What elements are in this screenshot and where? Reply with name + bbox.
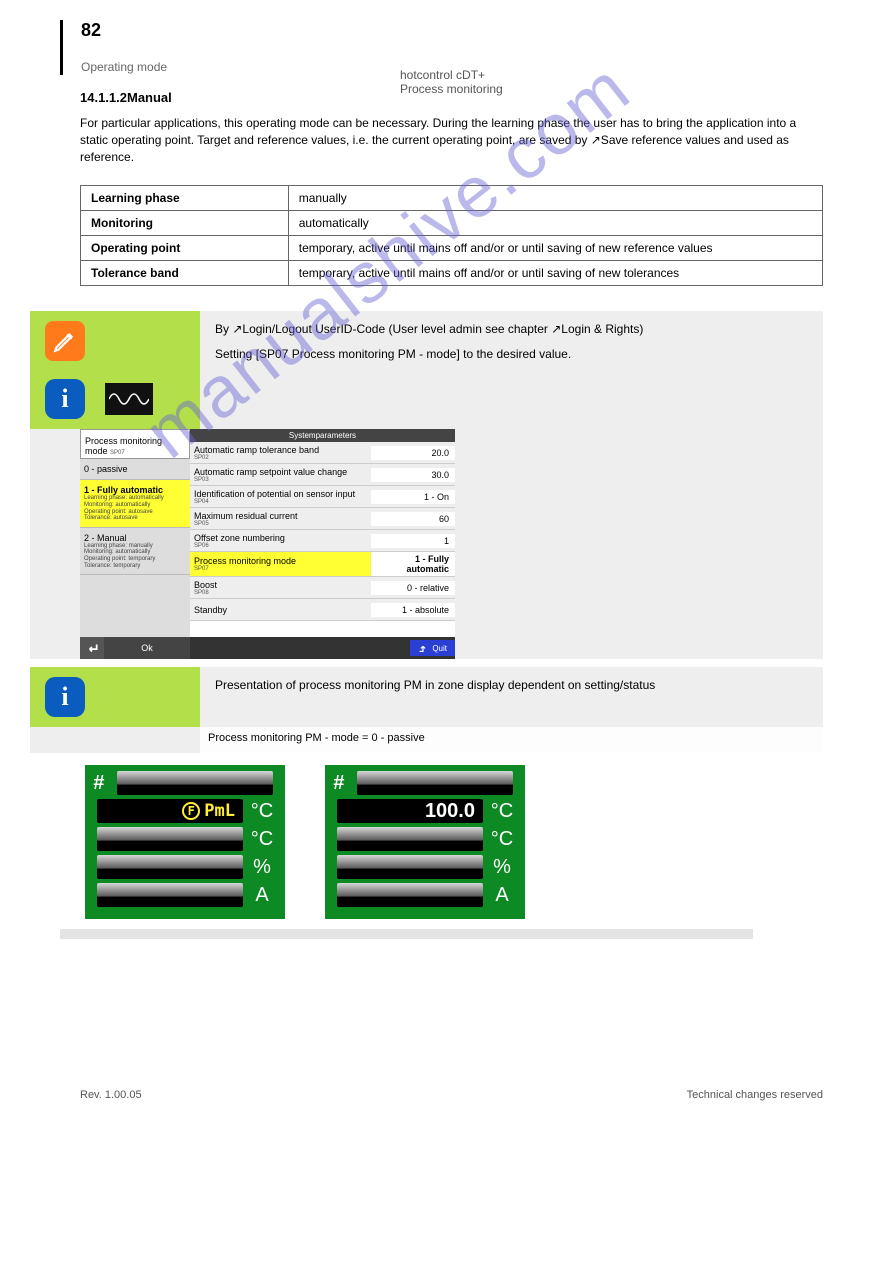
unit-celsius: °C (487, 828, 517, 851)
pml-label: PmL (204, 801, 235, 821)
hash-label: # (333, 772, 353, 795)
zone-field (337, 827, 483, 851)
fault-badge: F (182, 802, 200, 820)
system-parameters-screenshot: Process monitoring mode SP07 0 - passive… (80, 429, 455, 659)
cell-val: automatically (288, 211, 822, 236)
table-row: Operating pointtemporary, active until m… (81, 236, 823, 261)
page-footer: Rev. 1.00.05 Technical changes reserved (0, 1059, 893, 1131)
properties-table: Learning phasemanually Monitoringautomat… (80, 185, 823, 286)
page-title-bar: hotcontrol cDT+ Process monitoring (400, 68, 503, 96)
param-row[interactable]: BoostSP080 - relative (190, 577, 455, 599)
zone-id-field (357, 771, 513, 795)
param-row[interactable]: Automatic ramp tolerance bandSP0220.0 (190, 442, 455, 464)
param-row[interactable]: Maximum residual currentSP0560 (190, 508, 455, 530)
cell-val: temporary, active until mains off and/or… (288, 236, 822, 261)
option-passive[interactable]: 0 - passive (80, 459, 190, 480)
ok-button[interactable]: Ok (80, 637, 190, 659)
unit-ampere: A (487, 884, 517, 907)
zone-value-field: F PmL (97, 799, 243, 823)
enter-icon (80, 637, 104, 659)
instruction-icons (30, 311, 200, 429)
unit-celsius: °C (247, 828, 277, 851)
unit-ampere: A (247, 884, 277, 907)
page-context: Operating mode (81, 60, 167, 74)
option-manual[interactable]: 2 - Manual Learning phase: manually Moni… (80, 528, 190, 575)
zone-value-field: 100.0 (337, 799, 483, 823)
page-number: 82 (81, 20, 101, 41)
unit-celsius: °C (487, 800, 517, 823)
page-header: 82 Operating mode (60, 20, 893, 75)
param-row-selected[interactable]: Process monitoring modeSP071 - Fully aut… (190, 552, 455, 577)
param-row[interactable]: Automatic ramp setpoint value changeSP03… (190, 464, 455, 486)
zone-module-pml: # F PmL °C °C % A (85, 765, 285, 919)
unit-celsius: °C (247, 800, 277, 823)
cell-key: Operating point (81, 236, 289, 261)
quit-button[interactable]: Quit (410, 640, 455, 656)
arrow-up-icon (418, 643, 428, 653)
divider (60, 929, 753, 939)
instruction-text: By ↗Login/Logout UserID-Code (User level… (200, 311, 823, 429)
zone-field (337, 855, 483, 879)
table-row: Monitoringautomatically (81, 211, 823, 236)
cell-key: Learning phase (81, 186, 289, 211)
param-select-header: Process monitoring mode SP07 (80, 429, 190, 459)
option-fully-automatic[interactable]: 1 - Fully automatic Learning phase: auto… (80, 480, 190, 527)
login-link[interactable]: ↗Login/Logout UserID-Code (232, 322, 385, 336)
unit-percent: % (247, 856, 277, 879)
table-row: Tolerance bandtemporary, active until ma… (81, 261, 823, 286)
info-icon (45, 677, 85, 717)
page-subtitle: Process monitoring (400, 82, 503, 96)
zone-id-field (117, 771, 273, 795)
footer-revision: Rev. 1.00.05 (80, 1089, 142, 1101)
zone-module-value: # 100.0 °C °C % A (325, 765, 525, 919)
cell-val: manually (288, 186, 822, 211)
zone-field (97, 827, 243, 851)
cell-val: temporary, active until mains off and/or… (288, 261, 822, 286)
page-title: hotcontrol cDT+ (400, 68, 485, 82)
table-row: Learning phasemanually (81, 186, 823, 211)
display-info-block: Presentation of process monitoring PM in… (30, 667, 823, 939)
param-row[interactable]: Standby1 - absolute (190, 599, 455, 621)
param-row[interactable]: Offset zone numberingSP061 (190, 530, 455, 552)
zone-display-modules: # F PmL °C °C % A # 100.0 °C (85, 765, 823, 919)
zone-field (97, 855, 243, 879)
edit-icon (45, 321, 85, 361)
unit-percent: % (487, 856, 517, 879)
zone-value: 100.0 (425, 800, 475, 823)
instruction-block: By ↗Login/Logout UserID-Code (User level… (30, 311, 823, 659)
info-icon (45, 379, 85, 419)
cell-key: Monitoring (81, 211, 289, 236)
display-info-text: Presentation of process monitoring PM in… (200, 667, 823, 727)
section-body: For particular applications, this operat… (80, 115, 823, 165)
footer-note: Technical changes reserved (687, 1089, 823, 1101)
param-row[interactable]: Identification of potential on sensor in… (190, 486, 455, 508)
info-bar-caption: Process monitoring PM - mode = 0 - passi… (200, 727, 823, 753)
info-bar-spacer (30, 727, 200, 753)
wave-icon (105, 383, 153, 415)
zone-field (337, 883, 483, 907)
zone-field (97, 883, 243, 907)
syspanel-title: Systemparameters (190, 429, 455, 442)
hash-label: # (93, 772, 113, 795)
cell-key: Tolerance band (81, 261, 289, 286)
